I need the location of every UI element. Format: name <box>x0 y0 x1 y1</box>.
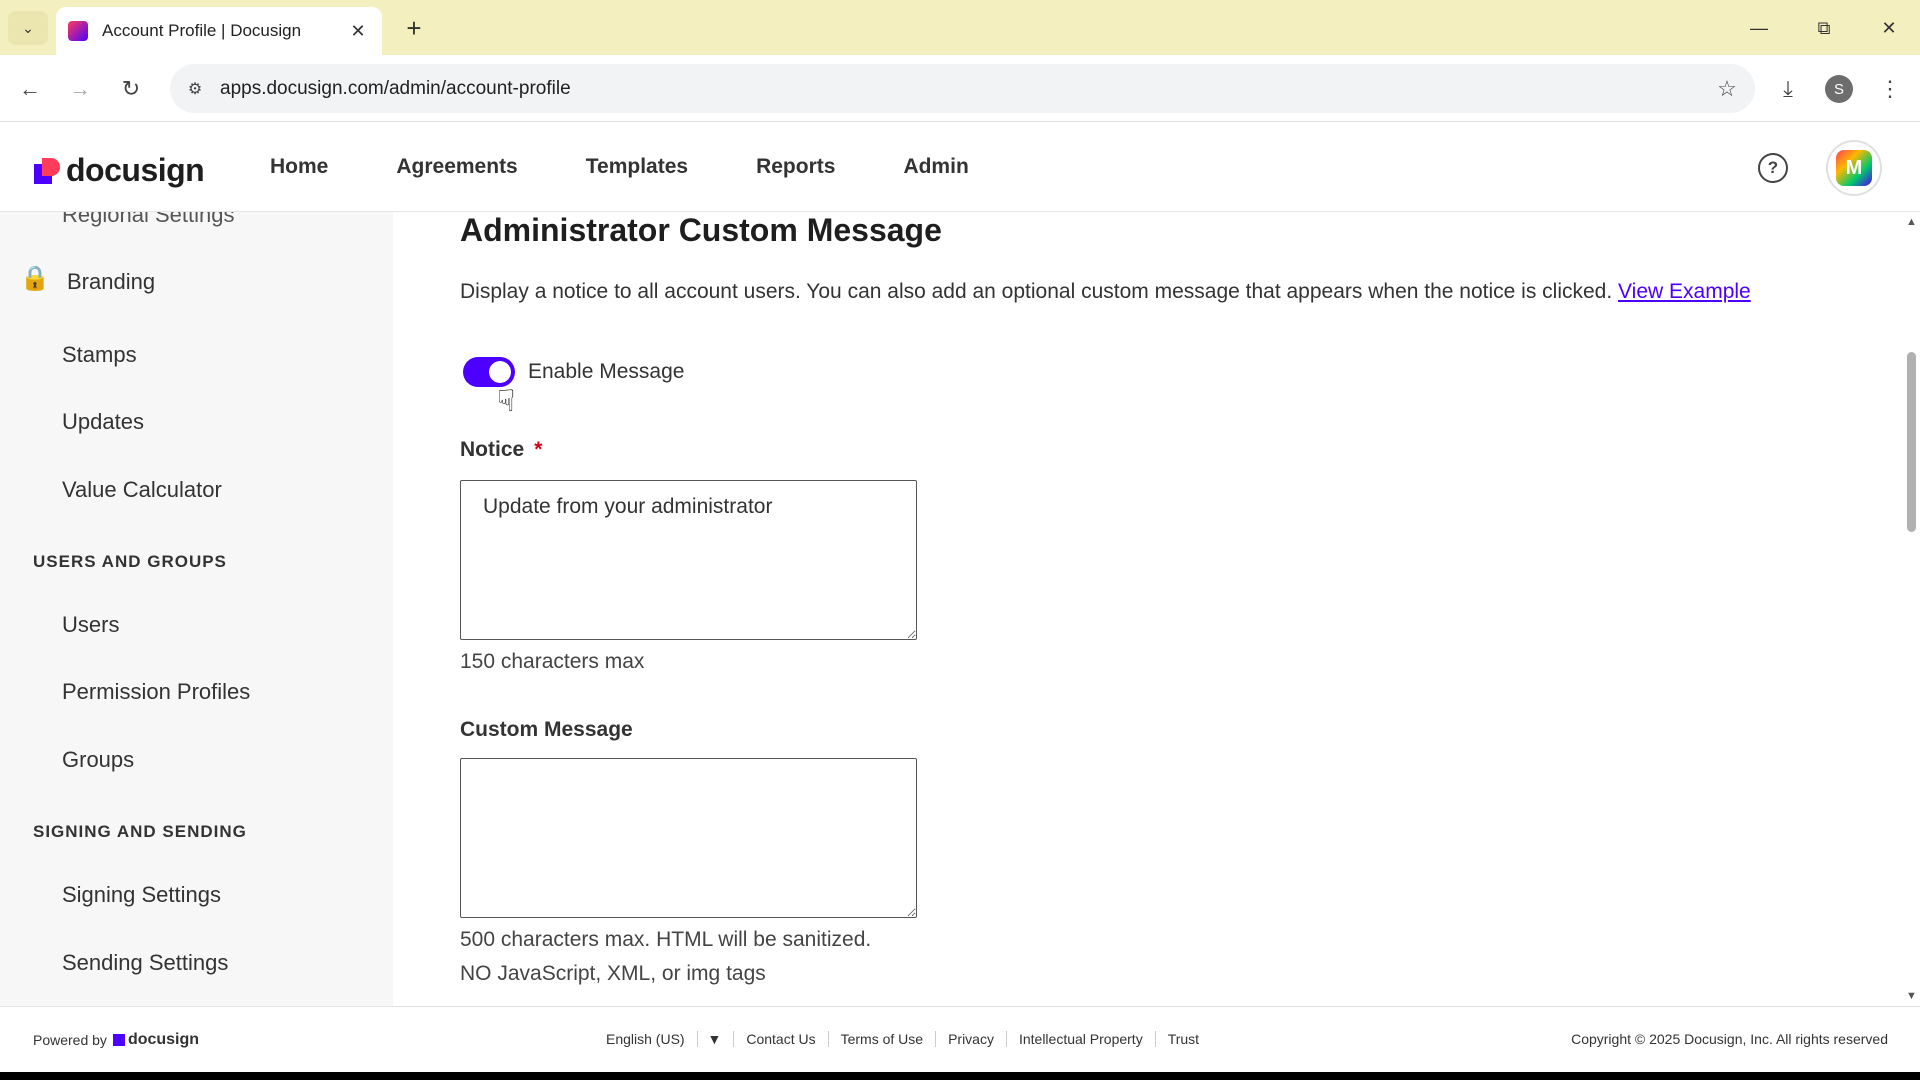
custom-message-textarea[interactable] <box>460 758 917 918</box>
scrollbar-thumb[interactable] <box>1907 352 1916 532</box>
bottom-edge <box>0 1072 1920 1080</box>
restore-icon[interactable]: ⧉ <box>1798 8 1850 48</box>
language-select[interactable]: English (US) ▼ <box>582 1031 735 1047</box>
sidebar-item-updates[interactable]: Updates <box>62 409 144 435</box>
sidebar-item-branding[interactable]: Branding <box>67 269 155 295</box>
docusign-favicon-icon <box>68 21 88 41</box>
bookmark-star-icon[interactable]: ☆ <box>1707 76 1747 102</box>
notice-hint: 150 characters max <box>460 650 645 673</box>
help-icon[interactable]: ? <box>1758 153 1788 183</box>
browser-menu-icon[interactable]: ⋮ <box>1870 69 1910 109</box>
minimize-icon[interactable]: — <box>1733 8 1785 48</box>
caret-down-icon: ▼ <box>707 1031 722 1047</box>
scroll-down-icon[interactable]: ▼ <box>1906 990 1917 1002</box>
section-signing-and-sending: SIGNING AND SENDING <box>33 822 247 841</box>
footer-links: English (US) ▼ Contact Us Terms of Use P… <box>582 1031 1211 1047</box>
sidebar-item-users[interactable]: Users <box>62 612 119 638</box>
nav-agreements[interactable]: Agreements <box>396 155 517 179</box>
nav-reports[interactable]: Reports <box>756 155 835 179</box>
footer-link-trust[interactable]: Trust <box>1156 1031 1211 1047</box>
docusign-logo-icon <box>34 157 60 184</box>
docusign-logo[interactable]: docusign <box>34 152 205 189</box>
powered-by: Powered by docusign <box>33 1031 199 1049</box>
enable-message-toggle[interactable] <box>463 357 515 387</box>
footer-logo-text: docusign <box>127 1031 200 1048</box>
footer-link-terms[interactable]: Terms of Use <box>829 1031 937 1047</box>
site-settings-icon[interactable]: ⚙ <box>180 74 210 104</box>
url-text[interactable]: apps.docusign.com/admin/account-profile <box>220 78 1707 100</box>
description: Display a notice to all account users. Y… <box>460 280 1751 304</box>
new-tab-button[interactable]: + <box>398 12 430 44</box>
logo-text: docusign <box>66 152 205 188</box>
lock-icon: 🔒 <box>20 265 50 292</box>
window-close-icon[interactable]: ✕ <box>1863 8 1915 48</box>
avatar: M <box>1836 150 1872 186</box>
back-arrow-icon[interactable]: ← <box>10 69 50 109</box>
address-bar[interactable]: ⚙ apps.docusign.com/admin/account-profil… <box>170 64 1755 113</box>
profile-avatar: S <box>1825 75 1853 103</box>
nav-templates[interactable]: Templates <box>586 155 688 179</box>
copyright-text: Copyright © 2025 Docusign, Inc. All righ… <box>1571 1031 1888 1047</box>
browser-tab-bar: ⌄ Account Profile | Docusign ✕ + — ⧉ ✕ <box>0 0 1920 55</box>
footer-link-privacy[interactable]: Privacy <box>936 1031 1007 1047</box>
enable-message-label[interactable]: Enable Message <box>528 360 684 384</box>
custom-message-hint-2: NO JavaScript, XML, or img tags <box>460 962 766 985</box>
download-icon[interactable]: ⤓ <box>1768 69 1808 109</box>
footer-link-contact[interactable]: Contact Us <box>734 1031 829 1047</box>
sidebar-item-groups[interactable]: Groups <box>62 747 134 773</box>
powered-by-text: Powered by <box>33 1032 107 1048</box>
app-header: docusign Home Agreements Templates Repor… <box>0 122 1920 212</box>
notice-textarea[interactable]: Update from your administrator <box>460 480 917 640</box>
sidebar-item-regional-settings[interactable]: Regional Settings <box>62 212 234 228</box>
view-example-link[interactable]: View Example <box>1618 280 1751 303</box>
vertical-scrollbar[interactable]: ▲ ▼ <box>1903 212 1920 1006</box>
notice-label: Notice * <box>460 438 542 462</box>
browser-toolbar: ← → ↻ ⚙ apps.docusign.com/admin/account-… <box>0 55 1920 122</box>
custom-message-label: Custom Message <box>460 718 633 741</box>
toggle-knob <box>489 361 511 383</box>
sidebar-item-sending-settings[interactable]: Sending Settings <box>62 950 228 976</box>
page-title: Administrator Custom Message <box>460 212 942 248</box>
sidebar-item-signing-settings[interactable]: Signing Settings <box>62 882 221 908</box>
user-avatar-button[interactable]: M <box>1826 140 1882 196</box>
footer-link-ip[interactable]: Intellectual Property <box>1007 1031 1156 1047</box>
reload-icon[interactable]: ↻ <box>111 69 151 109</box>
forward-arrow-icon[interactable]: → <box>60 69 100 109</box>
nav-home[interactable]: Home <box>270 155 328 179</box>
required-marker: * <box>534 438 543 461</box>
tab-title: Account Profile | Docusign <box>102 21 302 40</box>
custom-message-hint-1: 500 characters max. HTML will be sanitiz… <box>460 928 872 951</box>
tab-search-button[interactable]: ⌄ <box>8 11 48 45</box>
main-nav: Home Agreements Templates Reports Admin <box>270 122 1037 212</box>
sidebar-item-permission-profiles[interactable]: Permission Profiles <box>62 679 250 705</box>
profile-button[interactable]: S <box>1819 69 1859 109</box>
admin-sidebar: Regional Settings 🔒 Branding Stamps Upda… <box>0 212 393 1006</box>
close-icon[interactable]: ✕ <box>344 17 372 45</box>
hand-cursor-icon: ☟ <box>497 385 516 418</box>
section-users-and-groups: USERS AND GROUPS <box>33 552 227 571</box>
main-content: Administrator Custom Message Display a n… <box>393 212 1903 1006</box>
sidebar-item-value-calculator[interactable]: Value Calculator <box>62 477 222 503</box>
docusign-mini-logo-icon <box>112 1034 125 1046</box>
sidebar-item-stamps[interactable]: Stamps <box>62 342 137 368</box>
nav-admin[interactable]: Admin <box>903 155 968 179</box>
chevron-down-icon: ⌄ <box>22 19 34 36</box>
language-value: English (US) <box>594 1031 698 1047</box>
notice-label-text: Notice <box>460 438 525 461</box>
scroll-up-icon[interactable]: ▲ <box>1906 216 1917 228</box>
browser-tab-active[interactable]: Account Profile | Docusign ✕ <box>56 7 382 55</box>
description-text: Display a notice to all account users. Y… <box>460 280 1613 303</box>
page-footer: Powered by docusign English (US) ▼ Conta… <box>0 1006 1920 1072</box>
